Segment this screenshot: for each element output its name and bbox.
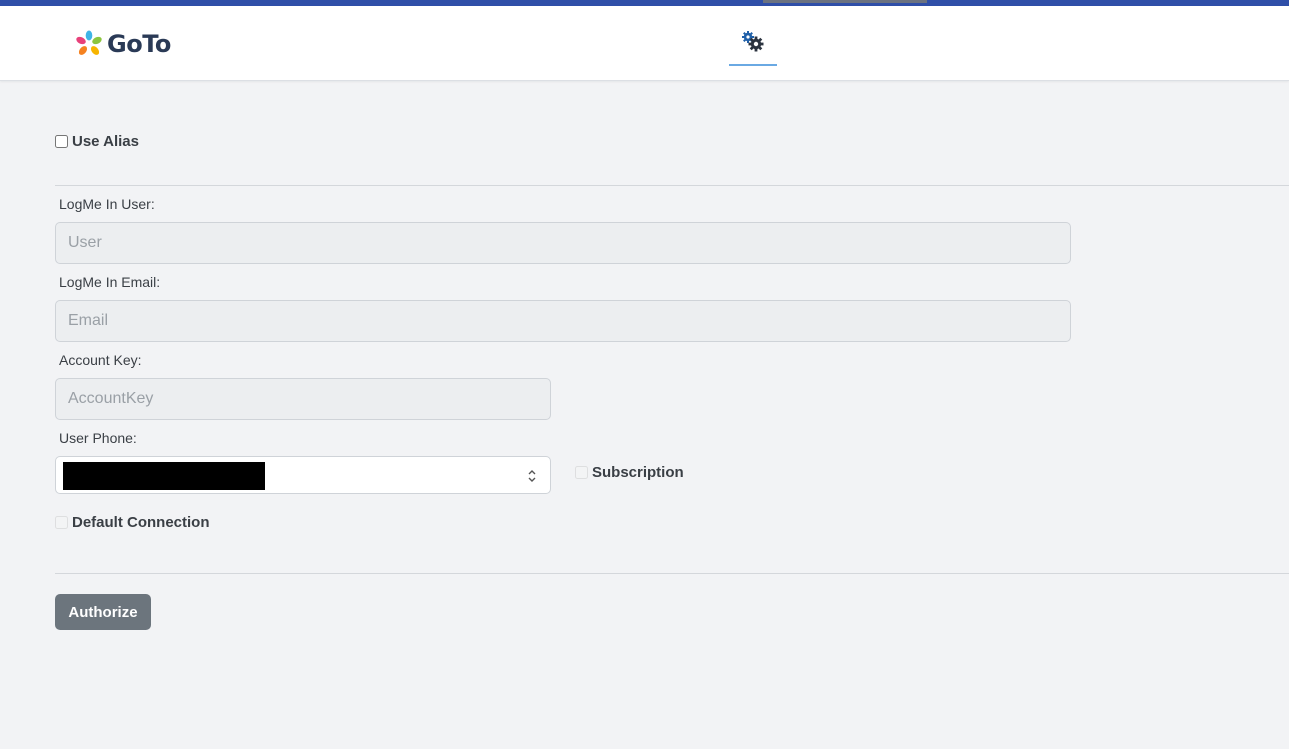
email-label: LogMe In Email: bbox=[59, 274, 161, 290]
use-alias-label: Use Alias bbox=[72, 133, 139, 150]
default-connection-label: Default Connection bbox=[72, 514, 210, 531]
default-connection-checkbox[interactable] bbox=[55, 516, 68, 529]
redacted-phone-value bbox=[63, 462, 265, 490]
user-input[interactable] bbox=[55, 222, 1071, 264]
section-divider-bottom bbox=[55, 573, 1289, 574]
goto-flower-icon bbox=[76, 30, 102, 55]
tab-settings[interactable] bbox=[729, 24, 777, 66]
top-bar-active-segment bbox=[763, 0, 927, 3]
user-phone-select[interactable] bbox=[55, 456, 551, 494]
use-alias-checkbox[interactable] bbox=[55, 135, 68, 148]
default-connection-row[interactable]: Default Connection bbox=[55, 514, 210, 531]
app-header: GoTo bbox=[0, 6, 1289, 81]
account-key-label: Account Key: bbox=[59, 352, 142, 368]
goto-logo[interactable]: GoTo bbox=[74, 28, 171, 60]
authorize-button[interactable]: Authorize bbox=[55, 594, 151, 630]
subscription-row[interactable]: Subscription bbox=[575, 464, 684, 481]
subscription-label: Subscription bbox=[592, 464, 684, 481]
logo-text: GoTo bbox=[107, 30, 171, 58]
select-updown-icon bbox=[528, 470, 536, 482]
section-divider bbox=[55, 185, 1289, 186]
account-key-input[interactable] bbox=[55, 378, 551, 420]
use-alias-row[interactable]: Use Alias bbox=[55, 133, 139, 150]
user-phone-label: User Phone: bbox=[59, 430, 137, 446]
gears-icon bbox=[742, 31, 764, 52]
email-input[interactable] bbox=[55, 300, 1071, 342]
subscription-checkbox[interactable] bbox=[575, 466, 588, 479]
user-label: LogMe In User: bbox=[59, 196, 155, 212]
